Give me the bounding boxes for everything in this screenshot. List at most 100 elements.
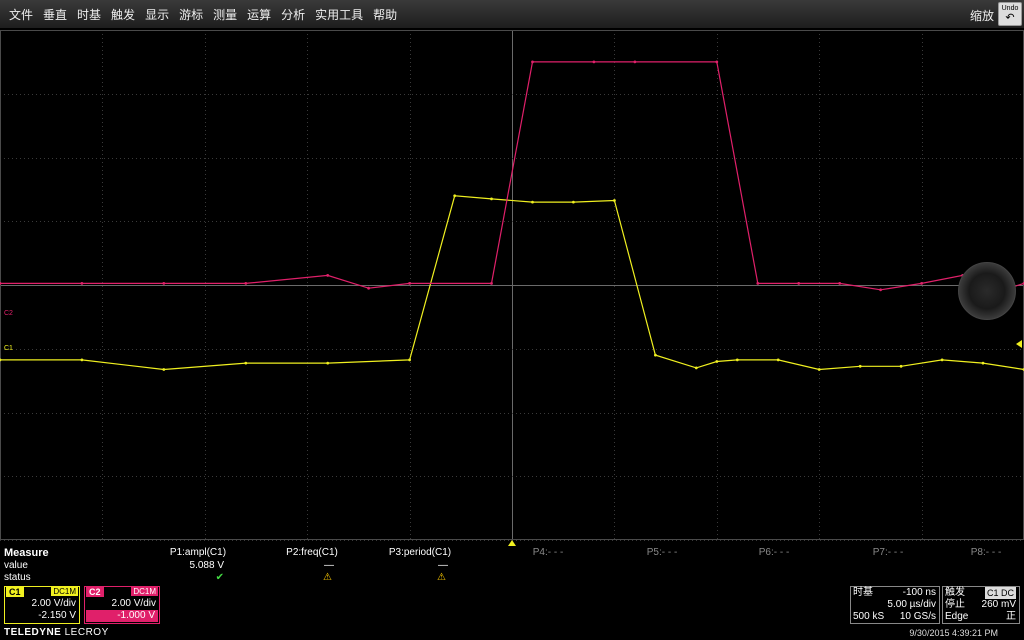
measure-panel: Measure value status P1:ampl(C1) 5.088 V…: [0, 546, 1024, 586]
brand-logo: TELEDYNE LECROY: [4, 627, 109, 638]
measure-p1[interactable]: P1:ampl(C1) 5.088 V ✔: [148, 546, 248, 584]
sample-point-c2: [592, 60, 596, 64]
trigger-descriptor[interactable]: 触发 C1 DC 停止 260 mV Edge 正: [942, 586, 1020, 624]
c2-offset: -1.000 V: [86, 610, 158, 622]
zoom-button[interactable]: 缩放: [970, 7, 994, 24]
menu-timebase[interactable]: 时基: [72, 6, 106, 23]
sample-point-c1: [80, 358, 84, 362]
undo-label: Undo: [1001, 5, 1019, 12]
sample-point-c2: [879, 288, 882, 292]
sample-point-c1: [940, 358, 944, 362]
sample-point-c1: [899, 364, 903, 368]
c1-tag: C1: [6, 587, 24, 597]
measure-p2[interactable]: P2:freq(C1) — ⚠: [262, 546, 362, 584]
p2-name: P2:freq(C1): [286, 547, 338, 558]
sample-point-c1: [817, 368, 821, 371]
menu-help[interactable]: 帮助: [368, 6, 402, 23]
p1-status-icon: ✔: [215, 572, 224, 583]
measure-p6[interactable]: P6:- - -: [724, 546, 824, 560]
sample-point-c1: [613, 199, 616, 202]
sample-point-c1: [981, 361, 985, 365]
trigger-slope: 正: [1006, 611, 1016, 622]
measure-p8[interactable]: P8:- - -: [948, 546, 1024, 560]
p8-name: P8:- - -: [970, 547, 1002, 558]
p2-value: —: [324, 560, 334, 571]
menu-math[interactable]: 运算: [242, 6, 276, 23]
c1-coupling: DC1M: [51, 587, 78, 596]
menu-utilities[interactable]: 实用工具: [310, 6, 368, 23]
sample-point-c2: [838, 282, 842, 285]
sample-point-c2: [715, 60, 719, 64]
sample-point-c1: [735, 358, 739, 362]
sample-point-c2: [920, 282, 923, 285]
trigger-type: Edge: [945, 611, 969, 622]
measure-p3[interactable]: P3:period(C1) — ⚠: [370, 546, 470, 584]
measure-row-value: value: [4, 560, 28, 571]
sample-point-c1: [244, 361, 248, 365]
c2-tag: C2: [86, 587, 104, 597]
sample-point-c1: [776, 358, 780, 362]
timebase-label: 时基: [853, 587, 873, 598]
sample-point-c2: [531, 60, 534, 64]
channel-c1-descriptor[interactable]: C1 DC1M 2.00 V/div -2.150 V: [4, 586, 80, 624]
c2-scale: 2.00 V/div: [111, 598, 156, 609]
c2-coupling: DC1M: [131, 587, 158, 596]
scope-grid[interactable]: C2 C1: [0, 28, 1024, 546]
undo-button[interactable]: Undo ↶: [998, 2, 1022, 26]
p3-status-icon: ⚠: [437, 572, 446, 583]
p5-name: P5:- - -: [646, 547, 678, 558]
p1-value: 5.088 V: [189, 560, 224, 571]
brand-bold: TELEDYNE: [4, 627, 62, 638]
menu-measure[interactable]: 测量: [208, 6, 242, 23]
sample-point-c2: [367, 286, 370, 290]
sample-point-c1: [694, 366, 698, 370]
menu-items: 文件 垂直 时基 触发 显示 游标 测量 运算 分析 实用工具 帮助: [4, 0, 402, 28]
brand-thin: LECROY: [64, 627, 109, 638]
timebase-descriptor[interactable]: 时基 -100 ns 5.00 µs/div 500 kS 10 GS/s: [850, 586, 940, 624]
p1-name: P1:ampl(C1): [169, 547, 227, 558]
timestamp: 9/30/2015 4:39:21 PM: [909, 628, 998, 638]
channel-c2-descriptor[interactable]: C2 DC1M 2.00 V/div -1.000 V: [84, 586, 160, 624]
trigger-label: 触发: [945, 587, 965, 598]
measure-title: Measure: [4, 547, 49, 559]
c1-offset: -2.150 V: [38, 610, 76, 621]
menu-bar: 文件 垂直 时基 触发 显示 游标 测量 运算 分析 实用工具 帮助 缩放 Un…: [0, 0, 1024, 29]
menu-display[interactable]: 显示: [140, 6, 174, 23]
trigger-source: C1 DC: [984, 587, 1016, 599]
measure-p4[interactable]: P4:- - -: [498, 546, 598, 560]
p3-name: P3:period(C1): [388, 547, 452, 558]
sample-point-c1: [531, 200, 534, 204]
c1-scale: 2.00 V/div: [31, 598, 76, 609]
menu-file[interactable]: 文件: [4, 6, 38, 23]
sample-point-c2: [326, 274, 330, 277]
sample-point-c2: [490, 282, 493, 285]
menu-vertical[interactable]: 垂直: [38, 6, 72, 23]
p4-name: P4:- - -: [532, 547, 564, 558]
sample-point-c1: [715, 360, 719, 363]
measure-p7[interactable]: P7:- - -: [838, 546, 938, 560]
undo-arrow-icon: ↶: [1005, 12, 1015, 24]
sample-point-c2: [162, 282, 166, 285]
p7-name: P7:- - -: [872, 547, 904, 558]
p6-name: P6:- - -: [758, 547, 790, 558]
sample-point-c2: [797, 282, 801, 285]
sample-point-c2: [80, 282, 84, 285]
c2-trace-label: C2: [4, 310, 13, 317]
measure-row-status: status: [4, 572, 31, 583]
sample-point-c2: [408, 282, 411, 285]
scroll-knob[interactable]: [958, 262, 1016, 320]
menu-cursors[interactable]: 游标: [174, 6, 208, 23]
c1-trace-label: C1: [4, 345, 13, 352]
sample-point-c1: [408, 358, 411, 362]
timebase-delay: -100 ns: [902, 587, 936, 598]
menu-analysis[interactable]: 分析: [276, 6, 310, 23]
menu-trigger[interactable]: 触发: [106, 6, 140, 23]
sample-point-c2: [633, 60, 637, 64]
sample-point-c1: [572, 200, 575, 204]
sample-point-c2: [244, 282, 248, 285]
measure-p5[interactable]: P5:- - -: [612, 546, 712, 560]
sample-point-c1: [490, 197, 493, 201]
sample-point-c1: [654, 353, 657, 357]
trigger-mode: 停止: [945, 599, 965, 610]
sample-point-c1: [326, 361, 330, 365]
